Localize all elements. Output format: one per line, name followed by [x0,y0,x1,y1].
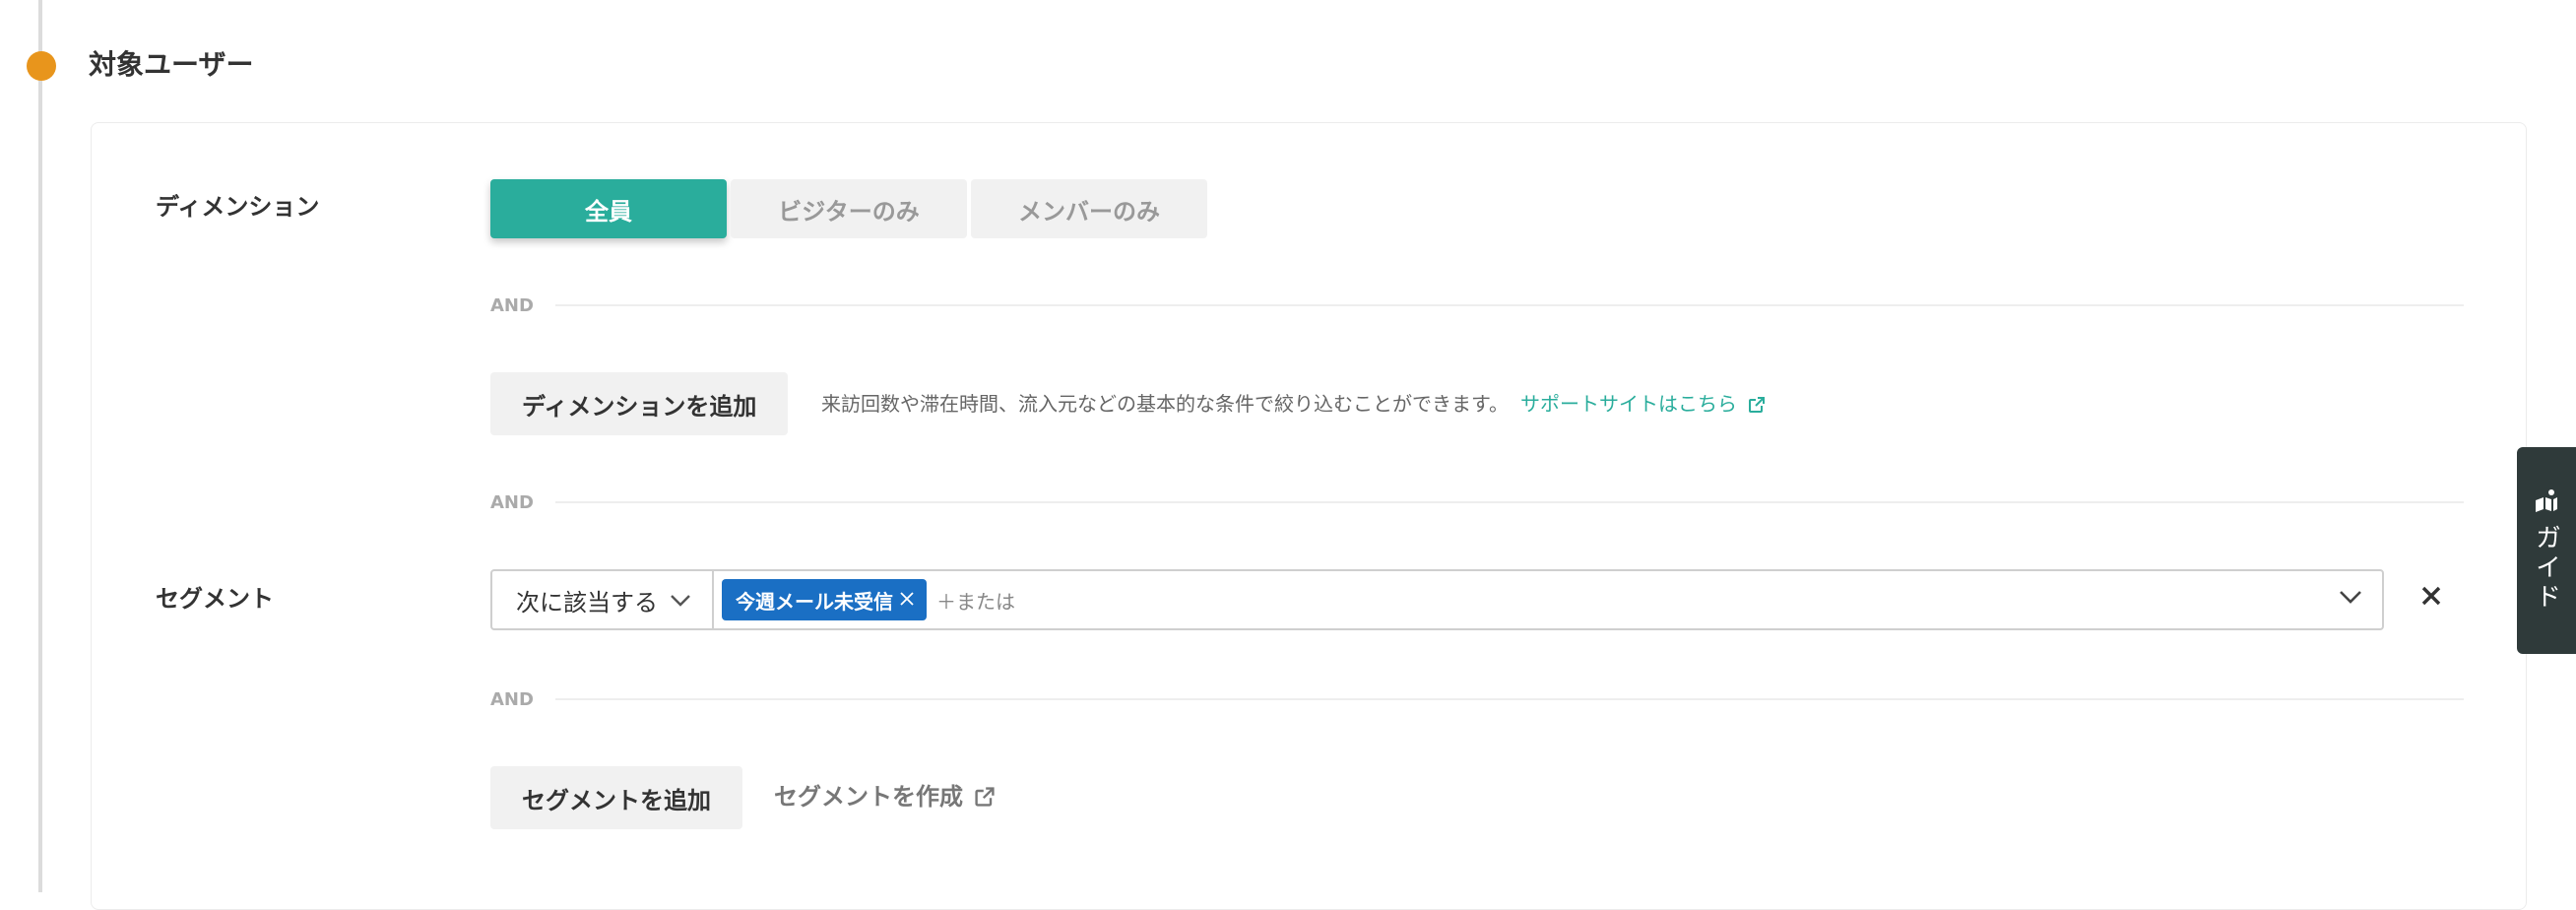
close-icon[interactable] [893,588,915,612]
separator-line [554,304,2464,306]
timeline-step-dot [27,51,56,81]
and-label: AND [490,491,534,513]
segment-condition-input[interactable]: 次に該当する 今週メール未受信 ＋または [490,569,2384,630]
guide-tab[interactable]: ガイド [2517,447,2576,654]
section-title: 対象ユーザー [89,48,254,81]
dimension-option-all[interactable]: 全員 [490,179,727,238]
dimension-help: 来訪回数や滞在時間、流入元などの基本的な条件で絞り込むことができます。 サポートサ… [821,390,1767,422]
external-link-icon [1747,394,1767,422]
guide-label: ガイド [2531,524,2561,613]
chevron-down-icon [658,586,691,614]
segment-chip[interactable]: 今週メール未受信 [722,579,927,620]
dimension-help-text: 来訪回数や滞在時間、流入元などの基本的な条件で絞り込むことができます。 [821,392,1509,416]
condition-select[interactable]: 次に該当する [492,571,714,628]
chevron-down-icon[interactable] [2339,589,2362,609]
add-segment-button[interactable]: セグメントを追加 [490,766,742,829]
target-users-card [91,122,2527,910]
dimension-segmented-control: 全員 ビジターのみ メンバーのみ [490,179,1211,238]
guide-icon [2534,488,2559,516]
support-site-link-label: サポートサイトはこちら [1520,392,1737,416]
external-link-icon [973,784,997,817]
create-segment-label: セグメントを作成 [774,783,963,811]
segment-chip-label: 今週メール未受信 [736,589,893,614]
and-separator: AND [490,687,2464,711]
and-separator: AND [490,490,2464,514]
and-label: AND [490,688,534,710]
separator-line [554,698,2464,700]
timeline-line [38,0,42,892]
remove-segment-close-icon[interactable] [2420,585,2442,611]
add-dimension-button[interactable]: ディメンションを追加 [490,372,789,435]
separator-line [554,501,2464,503]
condition-select-value: 次に該当する [516,588,658,617]
dimension-option-members[interactable]: メンバーのみ [971,179,1207,238]
dimension-option-visitors[interactable]: ビジターのみ [731,179,967,238]
or-placeholder[interactable]: ＋または [936,586,1015,615]
segment-label: セグメント [156,585,274,613]
and-label: AND [490,294,534,316]
dimension-label: ディメンション [156,193,320,221]
support-site-link[interactable]: サポートサイトはこちら [1520,392,1767,416]
create-segment-link[interactable]: セグメントを作成 [774,780,997,817]
and-separator: AND [490,293,2464,317]
